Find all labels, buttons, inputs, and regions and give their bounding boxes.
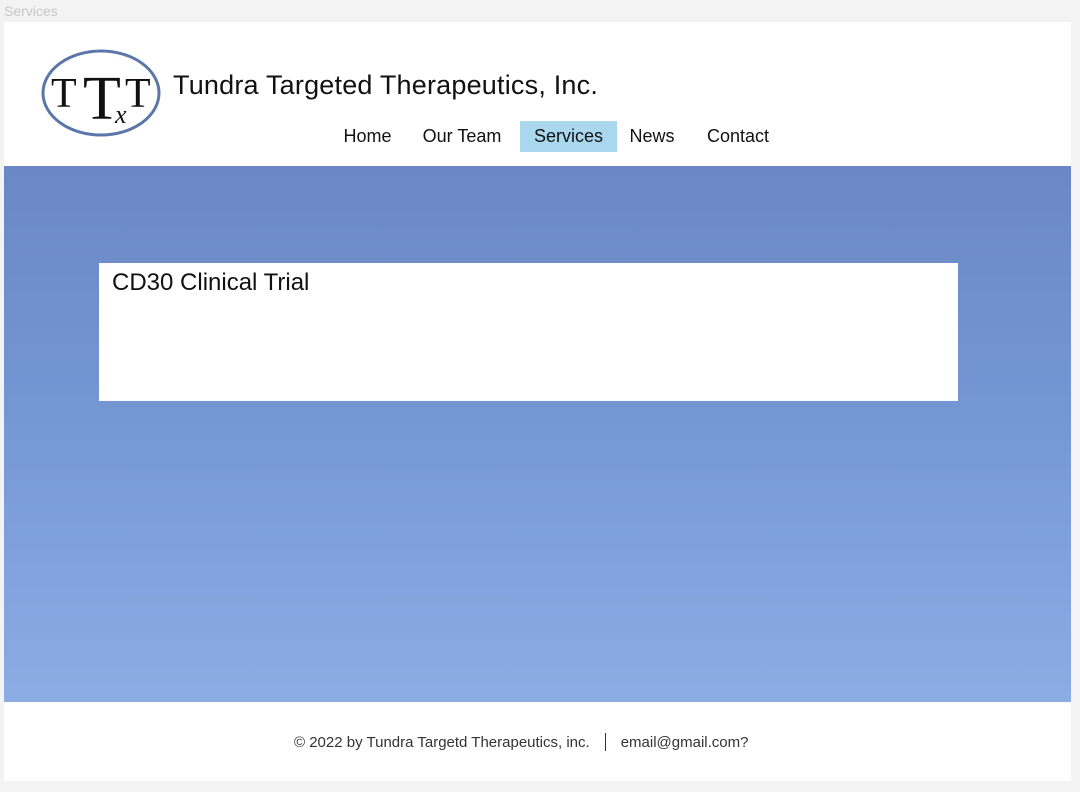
nav-news[interactable]: News (617, 121, 687, 152)
main-nav: Home Our Team Services News Contact (331, 121, 789, 152)
logo-letter-right: T (125, 71, 151, 117)
footer-row: © 2022 by Tundra Targetd Therapeutics, i… (294, 732, 748, 752)
logo-letter-left: T (51, 71, 77, 117)
site-title: Tundra Targeted Therapeutics, Inc. (173, 70, 599, 100)
nav-contact[interactable]: Contact (687, 121, 789, 152)
footer-copyright: © 2022 by Tundra Targetd Therapeutics, i… (294, 733, 590, 751)
site-frame: T T T x Tundra Targeted Therapeutics, In… (4, 22, 1071, 781)
footer-email-link[interactable]: email@gmail.com? (621, 734, 749, 751)
footer-divider (604, 733, 606, 751)
hero-section: CD30 Clinical Trial (4, 166, 1071, 702)
logo-subscript: x (114, 100, 127, 129)
service-card: CD30 Clinical Trial (99, 263, 958, 401)
company-logo[interactable]: T T T x (41, 49, 161, 137)
site-header: T T T x Tundra Targeted Therapeutics, In… (4, 22, 1071, 166)
nav-services[interactable]: Services (520, 121, 617, 152)
site-footer: © 2022 by Tundra Targetd Therapeutics, i… (4, 702, 1071, 781)
page-label: Services (4, 3, 58, 19)
service-card-title: CD30 Clinical Trial (112, 269, 310, 296)
nav-our-team[interactable]: Our Team (404, 121, 520, 152)
nav-home[interactable]: Home (331, 121, 404, 152)
